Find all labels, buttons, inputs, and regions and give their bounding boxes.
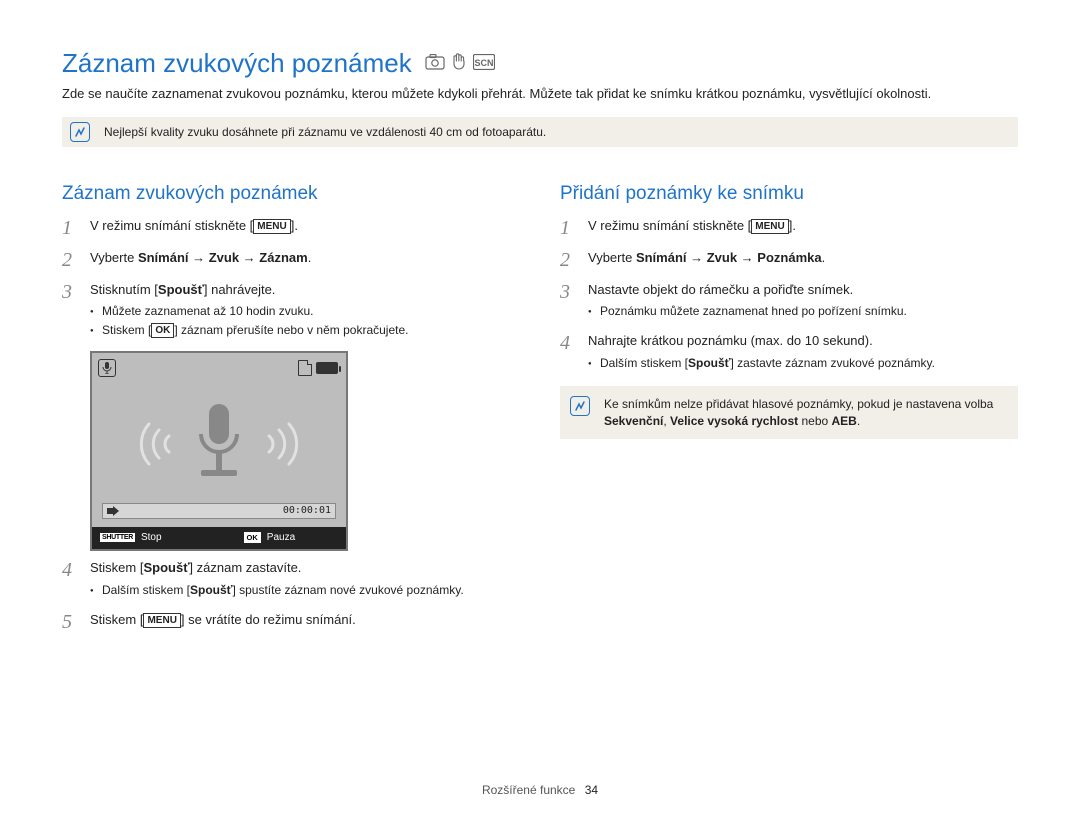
step-number: 3 [62, 281, 80, 341]
text: Stisknutím [ [90, 282, 158, 297]
right-heading: Přidání poznámky ke snímku [560, 183, 1018, 205]
text: ] záznam zastavíte. [189, 560, 301, 575]
text: ]. [789, 218, 796, 233]
sd-card-icon [298, 360, 312, 376]
text: ] se vrátíte do režimu snímání. [181, 612, 356, 627]
text: Dalším stiskem [ [600, 356, 688, 370]
page-title: Záznam zvukových poznámek [62, 48, 412, 79]
bold: Sekvenční [604, 414, 663, 428]
top-tip-text: Nejlepší kvality zvuku dosáhnete při záz… [104, 125, 546, 139]
text: Stiskem [ [102, 323, 151, 337]
step-number: 4 [62, 559, 80, 601]
bullet: Můžete zaznamenat až 10 hodin zvuku. [90, 303, 520, 320]
right-step-4: 4 Nahrajte krátkou poznámku (max. do 10 … [560, 332, 1018, 374]
text: ] záznam přerušíte nebo v něm pokračujet… [174, 323, 408, 337]
menu-button-label: MENU [253, 219, 290, 234]
text: . [308, 250, 312, 265]
left-heading: Záznam zvukových poznámek [62, 183, 520, 205]
scene-mode-icon: SCN [473, 54, 495, 70]
left-step-1: 1 V režimu snímání stiskněte [MENU]. [62, 217, 520, 239]
step-number: 2 [560, 249, 578, 271]
hand-mode-icon [451, 52, 467, 70]
shutter-indicator: SHUTTER [100, 533, 135, 542]
text: Vyberte [90, 250, 138, 265]
footer-section: Rozšířené funkce [482, 783, 575, 797]
progress-bar: 00:00:01 [102, 503, 336, 519]
text: Stiskem [ [90, 560, 143, 575]
info-icon [70, 122, 90, 142]
microphone-graphic [119, 399, 319, 489]
mode-icons: SCN [425, 52, 496, 73]
bullet: Stiskem [OK] záznam přerušíte nebo v něm… [90, 322, 520, 339]
intro-text: Zde se naučíte zaznamenat zvukovou pozná… [62, 85, 1018, 103]
text: ] spustíte záznam nové zvukové poznámky. [232, 583, 463, 597]
menu-button-label: MENU [751, 219, 788, 234]
text: Ke snímkům nelze přidávat hlasové poznám… [604, 397, 993, 411]
recording-indicator-icon [98, 359, 116, 377]
text: ] zastavte záznam zvukové poznámky. [730, 356, 935, 370]
camera-mode-icon [425, 54, 445, 70]
camera-preview: 00:00:01 SHUTTER Stop OK Pauza [90, 351, 348, 551]
svg-text:SCN: SCN [474, 58, 493, 68]
text: V režimu snímání stiskněte [ [90, 218, 253, 233]
left-column: Záznam zvukových poznámek 1 V režimu sní… [62, 183, 520, 643]
right-column: Přidání poznámky ke snímku 1 V režimu sn… [560, 183, 1018, 643]
text: Dalším stiskem [ [102, 583, 190, 597]
bold: Velice vysoká rychlost [670, 414, 798, 428]
ok-button-label: OK [151, 323, 174, 338]
top-tip-box: Nejlepší kvality zvuku dosáhnete při záz… [62, 117, 1018, 147]
shutter-label: Spoušť [190, 583, 232, 597]
pause-label: Pauza [267, 532, 295, 543]
bold: AEB [832, 414, 857, 428]
preview-bottom-strip: SHUTTER Stop OK Pauza [92, 527, 346, 549]
left-step-5: 5 Stiskem [MENU] se vrátíte do režimu sn… [62, 611, 520, 633]
right-step-2: 2 Vyberte Snímání → Zvuk → Poznámka. [560, 249, 1018, 271]
left-step-4: 4 Stiskem [Spoušť] záznam zastavíte. Dal… [62, 559, 520, 601]
play-head-icon [107, 506, 121, 516]
right-tip-text: Ke snímkům nelze přidávat hlasové poznám… [604, 396, 1006, 430]
step-number: 3 [560, 281, 578, 323]
left-step-3: 3 Stisknutím [Spoušť] nahrávejte. Můžete… [62, 281, 520, 341]
battery-icon [316, 362, 338, 374]
text: ] nahrávejte. [204, 282, 276, 297]
menu-path: Snímání → Zvuk → Poznámka [636, 250, 822, 265]
shutter-label: Spoušť [143, 560, 189, 575]
timer-value: 00:00:01 [283, 505, 331, 516]
menu-path: Snímání → Zvuk → Záznam [138, 250, 308, 265]
bullet: Dalším stiskem [Spoušť] spustíte záznam … [90, 582, 520, 599]
text: . [822, 250, 826, 265]
step-number: 1 [62, 217, 80, 239]
text: Vyberte [588, 250, 636, 265]
shutter-label: Spoušť [158, 282, 204, 297]
text: V režimu snímání stiskněte [ [588, 218, 751, 233]
text: Nahrajte krátkou poznámku (max. do 10 se… [588, 333, 873, 348]
text: . [857, 414, 860, 428]
bullet: Dalším stiskem [Spoušť] zastavte záznam … [588, 355, 1018, 372]
left-step-2: 2 Vyberte Snímání → Zvuk → Záznam. [62, 249, 520, 271]
bullet: Poznámku můžete zaznamenat hned po poříz… [588, 303, 1018, 320]
step-number: 1 [560, 217, 578, 239]
info-icon [570, 396, 590, 416]
ok-indicator: OK [244, 532, 261, 543]
menu-button-label: MENU [143, 613, 180, 628]
right-step-1: 1 V režimu snímání stiskněte [MENU]. [560, 217, 1018, 239]
shutter-label: Spoušť [688, 356, 730, 370]
text: ]. [291, 218, 298, 233]
step-number: 4 [560, 332, 578, 374]
text: Stiskem [ [90, 612, 143, 627]
text: Nastavte objekt do rámečku a pořiďte sní… [588, 282, 853, 297]
footer-page-number: 34 [585, 783, 598, 797]
step-number: 5 [62, 611, 80, 633]
page-footer: Rozšířené funkce 34 [0, 783, 1080, 797]
right-step-3: 3 Nastavte objekt do rámečku a pořiďte s… [560, 281, 1018, 323]
step-number: 2 [62, 249, 80, 271]
stop-label: Stop [141, 532, 162, 543]
text: nebo [798, 414, 831, 428]
right-tip-box: Ke snímkům nelze přidávat hlasové poznám… [560, 386, 1018, 440]
